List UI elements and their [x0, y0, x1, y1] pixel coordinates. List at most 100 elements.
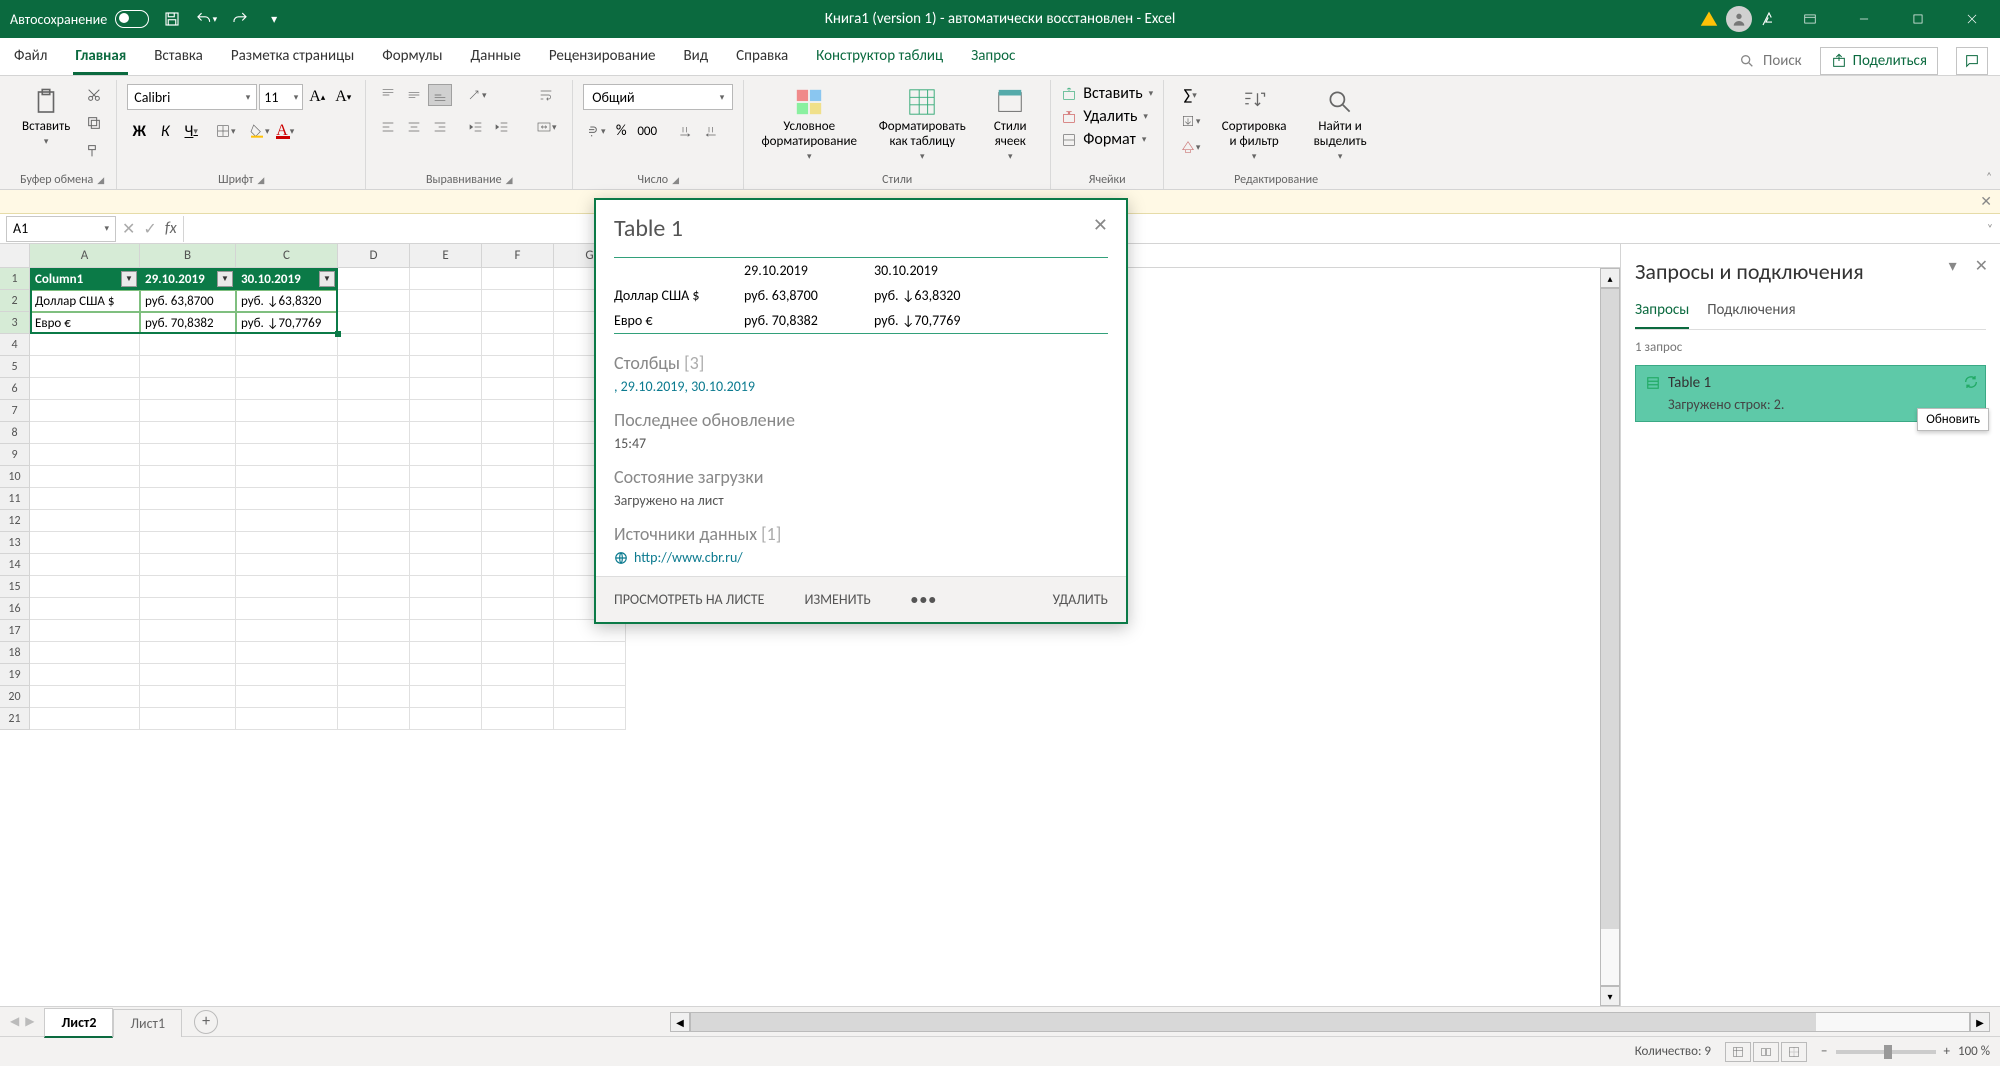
align-right-icon[interactable] [428, 116, 452, 138]
collapse-ribbon-icon[interactable]: ˄ [1986, 170, 1992, 183]
cell[interactable] [482, 686, 554, 708]
ribbon-display-icon[interactable] [1786, 0, 1834, 38]
cell[interactable]: 29.10.2019▼ [140, 268, 236, 290]
cell[interactable] [140, 510, 236, 532]
fill-color-icon[interactable]: ▾ [247, 120, 271, 142]
panel-menu-icon[interactable]: ▾ [1949, 256, 1957, 276]
cell[interactable] [30, 532, 140, 554]
cell[interactable] [140, 356, 236, 378]
cell[interactable] [236, 422, 338, 444]
find-select-button[interactable]: Найти и выделить▾ [1302, 84, 1378, 164]
cell[interactable] [338, 334, 410, 356]
row-header[interactable]: 16 [0, 598, 30, 620]
cell[interactable] [236, 708, 338, 730]
cell[interactable] [410, 488, 482, 510]
currency-icon[interactable]: ▾ [583, 120, 607, 142]
cell[interactable] [410, 378, 482, 400]
tab-file[interactable]: Файл [12, 39, 49, 75]
cell[interactable] [140, 444, 236, 466]
sheet-tab-active[interactable]: Лист2 [44, 1008, 113, 1038]
cell[interactable] [482, 576, 554, 598]
tab-tabledesign[interactable]: Конструктор таблиц [814, 39, 945, 75]
row-header[interactable]: 6 [0, 378, 30, 400]
filter-icon[interactable]: ▼ [217, 271, 233, 287]
cell[interactable] [410, 664, 482, 686]
cell[interactable] [554, 642, 626, 664]
scroll-down-icon[interactable]: ▾ [1600, 986, 1620, 1006]
view-normal-icon[interactable] [1725, 1042, 1751, 1062]
scroll-right-icon[interactable]: ▶ [1970, 1012, 1990, 1032]
filter-icon[interactable]: ▼ [319, 271, 335, 287]
cell[interactable] [140, 598, 236, 620]
cell[interactable] [482, 488, 554, 510]
row-header[interactable]: 17 [0, 620, 30, 642]
cell[interactable] [410, 620, 482, 642]
format-painter-icon[interactable] [82, 140, 106, 162]
cell[interactable] [338, 400, 410, 422]
row-header[interactable]: 21 [0, 708, 30, 730]
panel-close-icon[interactable]: ✕ [1975, 256, 1988, 276]
cell[interactable] [554, 664, 626, 686]
cell[interactable] [140, 422, 236, 444]
cell[interactable] [554, 708, 626, 730]
cell[interactable] [482, 444, 554, 466]
cell[interactable] [140, 466, 236, 488]
refresh-icon[interactable] [1963, 374, 1979, 390]
number-format-combo[interactable]: Общий▾ [583, 84, 733, 110]
cell[interactable] [30, 444, 140, 466]
cell[interactable] [338, 576, 410, 598]
cancel-formula-icon[interactable]: ✕ [122, 219, 135, 239]
row-header[interactable]: 5 [0, 356, 30, 378]
cell[interactable] [410, 356, 482, 378]
cell[interactable] [338, 290, 410, 312]
warning-icon[interactable] [1698, 8, 1720, 30]
scroll-up-icon[interactable]: ▴ [1600, 268, 1620, 288]
cell[interactable] [236, 400, 338, 422]
cell[interactable]: Евро € [30, 312, 140, 334]
sheet-tab[interactable]: Лист1 [113, 1009, 182, 1037]
cell[interactable] [338, 466, 410, 488]
cell[interactable] [338, 620, 410, 642]
copy-icon[interactable] [82, 112, 106, 134]
align-bottom-icon[interactable] [428, 84, 452, 106]
grow-font-icon[interactable]: A▴ [305, 86, 329, 108]
cell[interactable] [410, 532, 482, 554]
cell[interactable] [140, 642, 236, 664]
cell[interactable] [236, 664, 338, 686]
cell[interactable] [30, 356, 140, 378]
cell[interactable] [554, 686, 626, 708]
popup-edit-button[interactable]: ИЗМЕНИТЬ [804, 591, 870, 608]
cell[interactable] [338, 422, 410, 444]
row-header[interactable]: 4 [0, 334, 30, 356]
minimize-icon[interactable] [1840, 0, 1888, 38]
cell[interactable] [236, 598, 338, 620]
cell[interactable] [236, 510, 338, 532]
cell[interactable] [30, 510, 140, 532]
cell[interactable] [30, 620, 140, 642]
cell[interactable] [236, 488, 338, 510]
sheet-nav-prev-icon[interactable]: ◀ [10, 1014, 19, 1029]
fx-icon[interactable]: fx [165, 219, 177, 238]
cell[interactable] [236, 334, 338, 356]
view-page-layout-icon[interactable] [1753, 1042, 1779, 1062]
cell[interactable]: руб. ↓63,8320 [236, 290, 338, 312]
cell[interactable] [482, 598, 554, 620]
popup-source-link[interactable]: http://www.cbr.ru/ [614, 549, 1108, 566]
message-close-icon[interactable]: ✕ [1980, 193, 1992, 210]
cell[interactable] [482, 334, 554, 356]
tab-review[interactable]: Рецензирование [547, 39, 658, 75]
cell[interactable] [482, 620, 554, 642]
tab-help[interactable]: Справка [734, 39, 790, 75]
row-header[interactable]: 11 [0, 488, 30, 510]
cell[interactable] [482, 422, 554, 444]
increase-indent-icon[interactable] [490, 116, 514, 138]
cell[interactable] [30, 686, 140, 708]
cell[interactable] [338, 268, 410, 290]
cell[interactable] [482, 268, 554, 290]
cell[interactable] [338, 532, 410, 554]
cell[interactable] [482, 642, 554, 664]
bold-icon[interactable]: Ж [127, 120, 151, 142]
cell[interactable] [236, 642, 338, 664]
cell[interactable] [140, 708, 236, 730]
cell[interactable] [338, 664, 410, 686]
